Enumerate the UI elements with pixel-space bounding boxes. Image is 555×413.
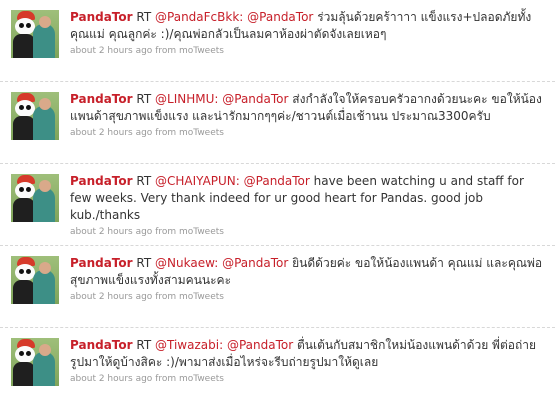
tweet-meta: about 2 hours ago from moTweets (70, 127, 546, 139)
tweet-content: PandaTor RT @PandaFcBkk: @PandaTor ร่วมล… (70, 9, 546, 57)
tweet-content: PandaTor RT @Tiwazabi: @PandaTor ตื่นเต้… (70, 337, 546, 385)
tweet-content: PandaTor RT @Nukaew: @PandaTor ยินดีด้วย… (70, 255, 546, 303)
tweet-meta: about 2 hours ago from moTweets (70, 226, 546, 238)
retweet-marker: RT (136, 92, 152, 106)
tweet-item: PandaTor RT @Nukaew: @PandaTor ยินดีด้วย… (0, 246, 555, 328)
tweet-source-link[interactable]: moTweets (179, 128, 224, 138)
retweet-marker: RT (136, 338, 152, 352)
tweet-source-link[interactable]: moTweets (179, 227, 224, 237)
tweet-author-link[interactable]: PandaTor (70, 256, 133, 270)
mention-link[interactable]: @PandaTor (244, 174, 310, 188)
tweet-author-link[interactable]: PandaTor (70, 10, 133, 24)
tweet-source-link[interactable]: moTweets (179, 292, 224, 302)
tweet-source-link[interactable]: moTweets (179, 46, 224, 56)
from-label: from (155, 128, 177, 138)
from-label: from (155, 374, 177, 384)
mention-link[interactable]: @LINHMU: (155, 92, 218, 106)
retweet-marker: RT (136, 256, 152, 270)
tweet-timestamp-link[interactable]: about 2 hours ago (70, 128, 152, 138)
avatar[interactable] (11, 92, 59, 140)
avatar[interactable] (11, 338, 59, 386)
tweet-meta: about 2 hours ago from moTweets (70, 45, 546, 57)
tweet-item: PandaTor RT @LINHMU: @PandaTor ส่งกำลังใ… (0, 82, 555, 164)
tweet-author-link[interactable]: PandaTor (70, 338, 133, 352)
tweet-item: PandaTor RT @Tiwazabi: @PandaTor ตื่นเต้… (0, 328, 555, 410)
tweet-timestamp-link[interactable]: about 2 hours ago (70, 46, 152, 56)
tweet-timestamp-link[interactable]: about 2 hours ago (70, 227, 152, 237)
mention-link[interactable]: @Tiwazabi: (155, 338, 223, 352)
tweet-author-link[interactable]: PandaTor (70, 174, 133, 188)
mention-link[interactable]: @CHAIYAPUN: (155, 174, 240, 188)
tweet-content: PandaTor RT @CHAIYAPUN: @PandaTor have b… (70, 173, 546, 238)
mention-link[interactable]: @PandaTor (222, 256, 288, 270)
tweet-feed: PandaTor RT @PandaFcBkk: @PandaTor ร่วมล… (0, 0, 555, 410)
tweet-item: PandaTor RT @CHAIYAPUN: @PandaTor have b… (0, 164, 555, 246)
avatar[interactable] (11, 174, 59, 222)
mention-link[interactable]: @Nukaew: (155, 256, 218, 270)
mention-link[interactable]: @PandaFcBkk: (155, 10, 243, 24)
from-label: from (155, 46, 177, 56)
tweet-author-link[interactable]: PandaTor (70, 92, 133, 106)
tweet-meta: about 2 hours ago from moTweets (70, 291, 546, 303)
mention-link[interactable]: @PandaTor (247, 10, 313, 24)
avatar[interactable] (11, 256, 59, 304)
retweet-marker: RT (136, 10, 152, 24)
from-label: from (155, 227, 177, 237)
tweet-source-link[interactable]: moTweets (179, 374, 224, 384)
mention-link[interactable]: @PandaTor (227, 338, 293, 352)
tweet-meta: about 2 hours ago from moTweets (70, 373, 546, 385)
tweet-content: PandaTor RT @LINHMU: @PandaTor ส่งกำลังใ… (70, 91, 546, 139)
mention-link[interactable]: @PandaTor (222, 92, 288, 106)
retweet-marker: RT (136, 174, 152, 188)
tweet-timestamp-link[interactable]: about 2 hours ago (70, 292, 152, 302)
tweet-item: PandaTor RT @PandaFcBkk: @PandaTor ร่วมล… (0, 0, 555, 82)
tweet-timestamp-link[interactable]: about 2 hours ago (70, 374, 152, 384)
from-label: from (155, 292, 177, 302)
avatar[interactable] (11, 10, 59, 58)
